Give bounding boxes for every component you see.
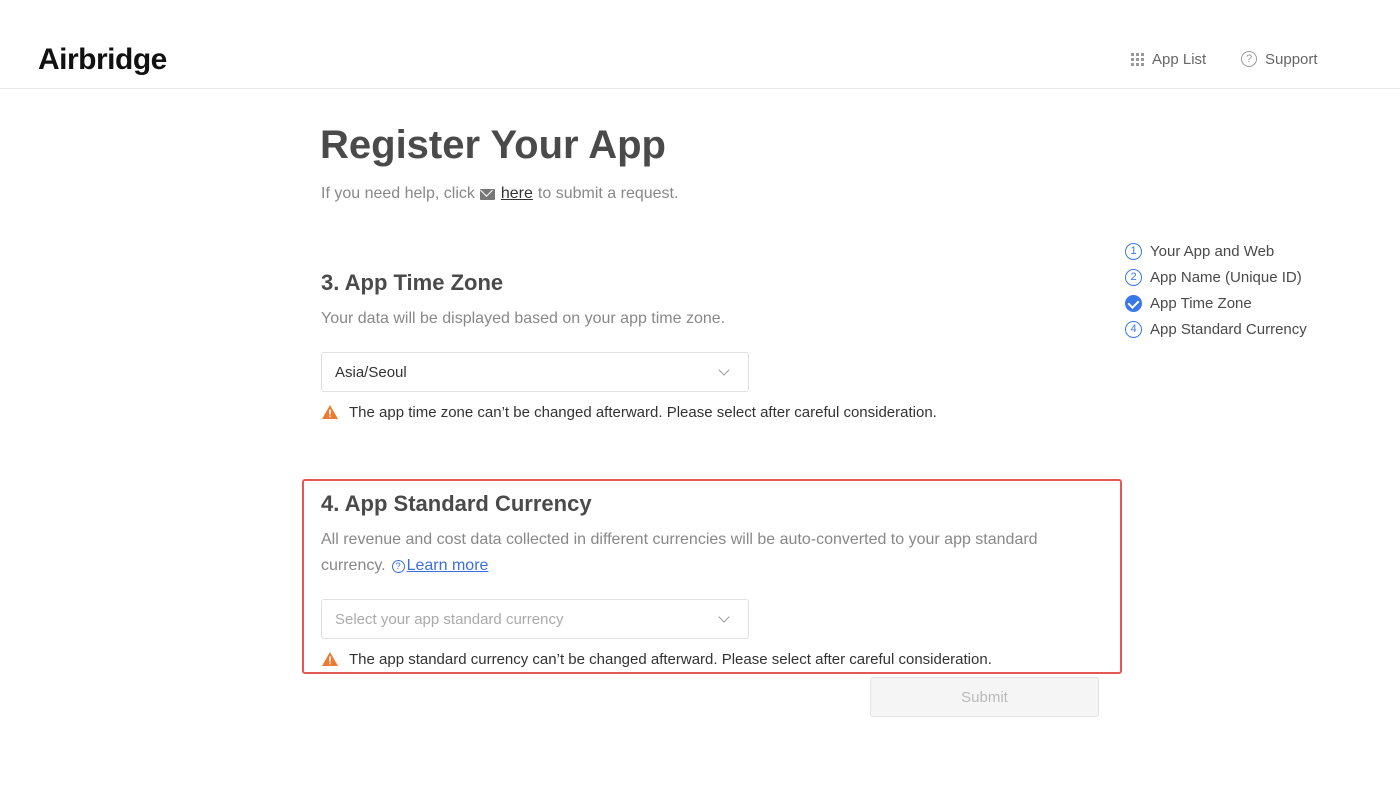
- step-label: Your App and Web: [1150, 242, 1275, 260]
- help-prefix: If you need help, click: [321, 185, 475, 202]
- step-app-time-zone[interactable]: App Time Zone: [1125, 290, 1307, 316]
- help-circle-icon: ?: [1241, 51, 1257, 67]
- submit-button[interactable]: Submit: [870, 677, 1099, 717]
- currency-description-line-2: currency.? Learn more: [321, 553, 1038, 579]
- warning-triangle-icon: [322, 652, 338, 666]
- chevron-down-icon: [718, 364, 730, 376]
- help-line: If you need help, click here to submit a…: [321, 183, 678, 205]
- time-zone-title: 3. App Time Zone: [321, 270, 504, 295]
- step-number-4-icon: 4: [1125, 320, 1142, 338]
- currency-warning: The app standard currency can’t be chang…: [321, 648, 992, 670]
- app-list-nav[interactable]: App List: [1131, 47, 1206, 71]
- time-zone-warning: The app time zone can’t be changed after…: [321, 401, 937, 423]
- app-list-label: App List: [1152, 50, 1207, 68]
- mail-icon: [479, 188, 495, 200]
- currency-warning-text: The app standard currency can’t be chang…: [349, 650, 992, 668]
- time-zone-selected-value: Asia/Seoul: [335, 363, 407, 381]
- time-zone-description: Your data will be displayed based on you…: [321, 310, 726, 327]
- grid-icon: [1131, 52, 1144, 66]
- step-number-1-icon: 1: [1125, 242, 1142, 260]
- top-bar: Airbridge App List ? Support: [0, 0, 1400, 89]
- check-circle-icon: [1125, 294, 1142, 312]
- question-circle-icon: ?: [391, 559, 405, 573]
- support-nav[interactable]: ? Support: [1241, 47, 1318, 71]
- chevron-down-icon: [718, 611, 730, 623]
- currency-description-line-1: All revenue and cost data collected in d…: [321, 531, 1038, 548]
- step-label: App Time Zone: [1150, 294, 1252, 312]
- step-label: App Standard Currency: [1150, 320, 1307, 338]
- warning-triangle-icon: [322, 405, 338, 419]
- step-label: App Name (Unique ID): [1150, 268, 1302, 286]
- help-request-link[interactable]: here: [501, 183, 533, 205]
- step-number-2-icon: 2: [1125, 268, 1142, 286]
- help-suffix: to submit a request.: [537, 185, 679, 202]
- step-your-app-and-web[interactable]: 1 Your App and Web: [1125, 238, 1307, 264]
- airbridge-logo[interactable]: Airbridge: [38, 40, 167, 80]
- support-label: Support: [1265, 50, 1318, 68]
- page-title: Register Your App: [320, 123, 666, 167]
- currency-description: All revenue and cost data collected in d…: [321, 527, 1038, 579]
- currency-title: 4. App Standard Currency: [321, 491, 592, 516]
- time-zone-select[interactable]: Asia/Seoul: [321, 352, 749, 392]
- currency-select-placeholder: Select your app standard currency: [335, 610, 564, 628]
- currency-select[interactable]: Select your app standard currency: [321, 599, 749, 639]
- step-app-name[interactable]: 2 App Name (Unique ID): [1125, 264, 1307, 290]
- currency-description-word: currency.: [321, 557, 386, 574]
- step-app-standard-currency[interactable]: 4 App Standard Currency: [1125, 316, 1307, 342]
- learn-more-link[interactable]: Learn more: [407, 557, 489, 574]
- time-zone-warning-text: The app time zone can’t be changed after…: [349, 403, 937, 421]
- steps-navigator: 1 Your App and Web 2 App Name (Unique ID…: [1125, 238, 1307, 342]
